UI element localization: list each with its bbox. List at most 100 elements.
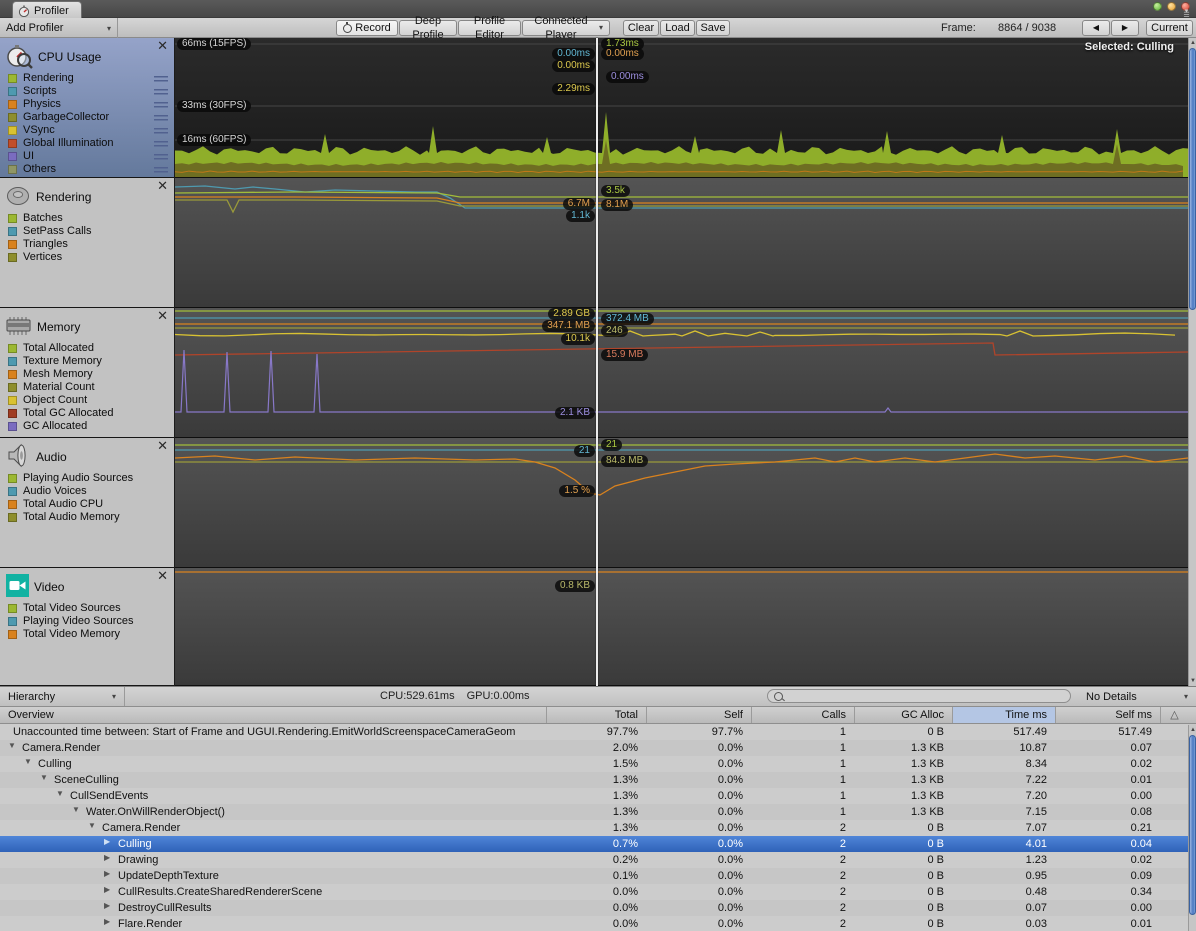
deep-profile-button[interactable]: Deep Profile <box>399 15 457 41</box>
close-icon[interactable]: ✕ <box>157 569 168 582</box>
module-video[interactable]: Video ✕ Total Video Sources Playing Video S… <box>0 568 174 686</box>
next-frame-button[interactable]: ▶ <box>1111 20 1139 36</box>
table-row[interactable]: ▼ SceneCulling 1.3% 0.0% 1 1.3 KB 7.22 0.01 <box>0 772 1188 788</box>
table-scrollbar-thumb[interactable] <box>1189 735 1196 915</box>
table-row[interactable]: ▶ CullResults.CreateSharedRendererScene 0.… <box>0 884 1188 900</box>
legend-item-ui[interactable]: UI <box>0 150 174 163</box>
chart-scrollbar-thumb[interactable] <box>1189 48 1196 310</box>
record-button[interactable]: Record <box>336 20 398 36</box>
legend-item-object-count[interactable]: Object Count <box>0 394 174 407</box>
column-header-warnings[interactable]: △ <box>1160 707 1188 723</box>
column-header-calls[interactable]: Calls <box>751 707 854 723</box>
legend-item-total-gc-allocated[interactable]: Total GC Allocated <box>0 407 174 420</box>
table-row[interactable]: ▼ Camera.Render 1.3% 0.0% 2 0 B 7.07 0.21 <box>0 820 1188 836</box>
drag-handle-icon[interactable] <box>154 102 168 108</box>
drag-handle-icon[interactable] <box>154 154 168 160</box>
previous-frame-button[interactable]: ◀ <box>1082 20 1110 36</box>
column-header-overview[interactable]: Overview <box>0 707 546 723</box>
legend-item-texture-memory[interactable]: Texture Memory <box>0 355 174 368</box>
column-header-self-ms[interactable]: Self ms <box>1055 707 1160 723</box>
table-row[interactable]: ▼ Culling 1.5% 0.0% 1 1.3 KB 8.34 0.02 <box>0 756 1188 772</box>
chart-value-label: 8.1M <box>601 199 634 211</box>
drag-handle-icon[interactable] <box>154 89 168 95</box>
legend-item-playing-audio-sources[interactable]: Playing Audio Sources <box>0 472 174 485</box>
column-header-total[interactable]: Total <box>546 707 646 723</box>
legend-item-total-video-memory[interactable]: Total Video Memory <box>0 628 174 641</box>
column-header-time-ms[interactable]: Time ms <box>952 707 1055 723</box>
legend-item-physics[interactable]: Physics <box>0 98 174 111</box>
chart-scrollbar[interactable]: ▲ ▼ <box>1188 38 1196 686</box>
table-row[interactable]: Unaccounted time between: Start of Frame… <box>0 724 1188 740</box>
module-rendering[interactable]: Rendering ✕ Batches SetPass Calls Triangles V… <box>0 178 174 308</box>
table-row[interactable]: ▶ DestroyCullResults 0.0% 0.0% 2 0 B 0.07 0.00 <box>0 900 1188 916</box>
legend-item-others[interactable]: Others <box>0 163 174 176</box>
tab-profiler[interactable]: Profiler <box>12 1 82 19</box>
save-button[interactable]: Save <box>696 20 730 36</box>
drag-handle-icon[interactable] <box>154 167 168 173</box>
chart-area[interactable]: 0.8 KB 21 21 84.8 MB 1.5 % 2.89 GB 372.4 MB 347… <box>175 38 1188 686</box>
close-icon[interactable]: ✕ <box>157 179 168 192</box>
drag-handle-icon[interactable] <box>154 115 168 121</box>
chart-audio[interactable]: 21 21 84.8 MB 1.5 % <box>175 438 1188 568</box>
legend-item-global-illumination[interactable]: Global Illumination <box>0 137 174 150</box>
window-minimize-button[interactable] <box>1153 2 1162 11</box>
table-row[interactable]: ▶ UpdateDepthTexture 0.1% 0.0% 2 0 B 0.95 0.09 <box>0 868 1188 884</box>
table-row[interactable]: ▼ CullSendEvents 1.3% 0.0% 1 1.3 KB 7.20 0.00 <box>0 788 1188 804</box>
frame-selection-line[interactable] <box>596 38 598 686</box>
legend-item-mesh-memory[interactable]: Mesh Memory <box>0 368 174 381</box>
window-zoom-button[interactable] <box>1167 2 1176 11</box>
legend-item-total-video-sources[interactable]: Total Video Sources <box>0 602 174 615</box>
hierarchy-dropdown[interactable]: Hierarchy ▾ <box>0 687 125 706</box>
table-scrollbar[interactable]: ▲ <box>1188 725 1196 931</box>
legend-item-scripts[interactable]: Scripts <box>0 85 174 98</box>
legend-item-vertices[interactable]: Vertices <box>0 251 174 264</box>
chart-cpu-usage[interactable]: 66ms (15FPS) 33ms (30FPS) 16ms (60FPS) 1.73… <box>175 38 1188 178</box>
legend-item-rendering[interactable]: Rendering <box>0 72 174 85</box>
details-mode-dropdown[interactable]: No Details ▾ <box>1078 687 1196 706</box>
legend-item-batches[interactable]: Batches <box>0 212 174 225</box>
module-cpu-usage[interactable]: CPU Usage ✕ Rendering Scripts Physics Garbage… <box>0 38 174 178</box>
add-profiler-dropdown[interactable]: Add Profiler ▾ <box>0 18 118 38</box>
module-memory[interactable]: Memory ✕ Total Allocated Texture Memory Mesh… <box>0 308 174 438</box>
profile-editor-button[interactable]: Profile Editor <box>458 15 521 41</box>
chart-video[interactable]: 0.8 KB <box>175 568 1188 686</box>
connected-player-dropdown[interactable]: Connected Player ▾ <box>522 15 610 41</box>
module-audio[interactable]: Audio ✕ Playing Audio Sources Audio Voices T… <box>0 438 174 568</box>
drag-handle-icon[interactable] <box>154 141 168 147</box>
legend-item-setpass-calls[interactable]: SetPass Calls <box>0 225 174 238</box>
drag-handle-icon[interactable] <box>154 76 168 82</box>
table-row[interactable]: ▶ Drawing 0.2% 0.0% 2 0 B 1.23 0.02 <box>0 852 1188 868</box>
scroll-up-icon[interactable]: ▲ <box>1189 727 1196 733</box>
legend-item-triangles[interactable]: Triangles <box>0 238 174 251</box>
cell-selfms: 0.04 <box>1130 838 1152 850</box>
legend-item-material-count[interactable]: Material Count <box>0 381 174 394</box>
drag-handle-icon[interactable] <box>154 128 168 134</box>
legend-item-total-audio-cpu[interactable]: Total Audio CPU <box>0 498 174 511</box>
pane-menu-icon[interactable]: ▾ ☰ <box>1180 8 1193 19</box>
table-row[interactable]: ▶ Flare.Render 0.0% 0.0% 2 0 B 0.03 0.01 <box>0 916 1188 931</box>
load-button[interactable]: Load <box>660 20 695 36</box>
current-frame-button[interactable]: Current <box>1146 20 1193 36</box>
legend-item-gc-allocated[interactable]: GC Allocated <box>0 420 174 433</box>
table-row[interactable]: ▼ Water.OnWillRenderObject() 1.3% 0.0% 1 1.3 … <box>0 804 1188 820</box>
chart-rendering[interactable]: 3.5k 6.7M 8.1M 1.1k <box>175 178 1188 308</box>
search-input[interactable] <box>767 689 1071 703</box>
close-icon[interactable]: ✕ <box>157 39 168 52</box>
table-row[interactable]: ▶ Culling 0.7% 0.0% 2 0 B 4.01 0.04 <box>0 836 1188 852</box>
scroll-down-icon[interactable]: ▼ <box>1189 678 1196 684</box>
legend-item-playing-video-sources[interactable]: Playing Video Sources <box>0 615 174 628</box>
legend-item-audio-voices[interactable]: Audio Voices <box>0 485 174 498</box>
legend-item-total-audio-memory[interactable]: Total Audio Memory <box>0 511 174 524</box>
chart-memory[interactable]: 2.89 GB 372.4 MB 347.1 MB 246 10.1k 15.9 MB 2.… <box>175 308 1188 438</box>
column-header-self[interactable]: Self <box>646 707 751 723</box>
legend-item-total-allocated[interactable]: Total Allocated <box>0 342 174 355</box>
clear-button[interactable]: Clear <box>623 20 659 36</box>
close-icon[interactable]: ✕ <box>157 439 168 452</box>
legend-item-vsync[interactable]: VSync <box>0 124 174 137</box>
column-header-gc-alloc[interactable]: GC Alloc <box>854 707 952 723</box>
table-row[interactable]: ▼ Camera.Render 2.0% 0.0% 1 1.3 KB 10.87 0.07 <box>0 740 1188 756</box>
scroll-up-icon[interactable]: ▲ <box>1189 40 1196 46</box>
chart-value-label: 347.1 MB <box>542 320 595 332</box>
close-icon[interactable]: ✕ <box>157 309 168 322</box>
legend-item-garbagecollector[interactable]: GarbageCollector <box>0 111 174 124</box>
